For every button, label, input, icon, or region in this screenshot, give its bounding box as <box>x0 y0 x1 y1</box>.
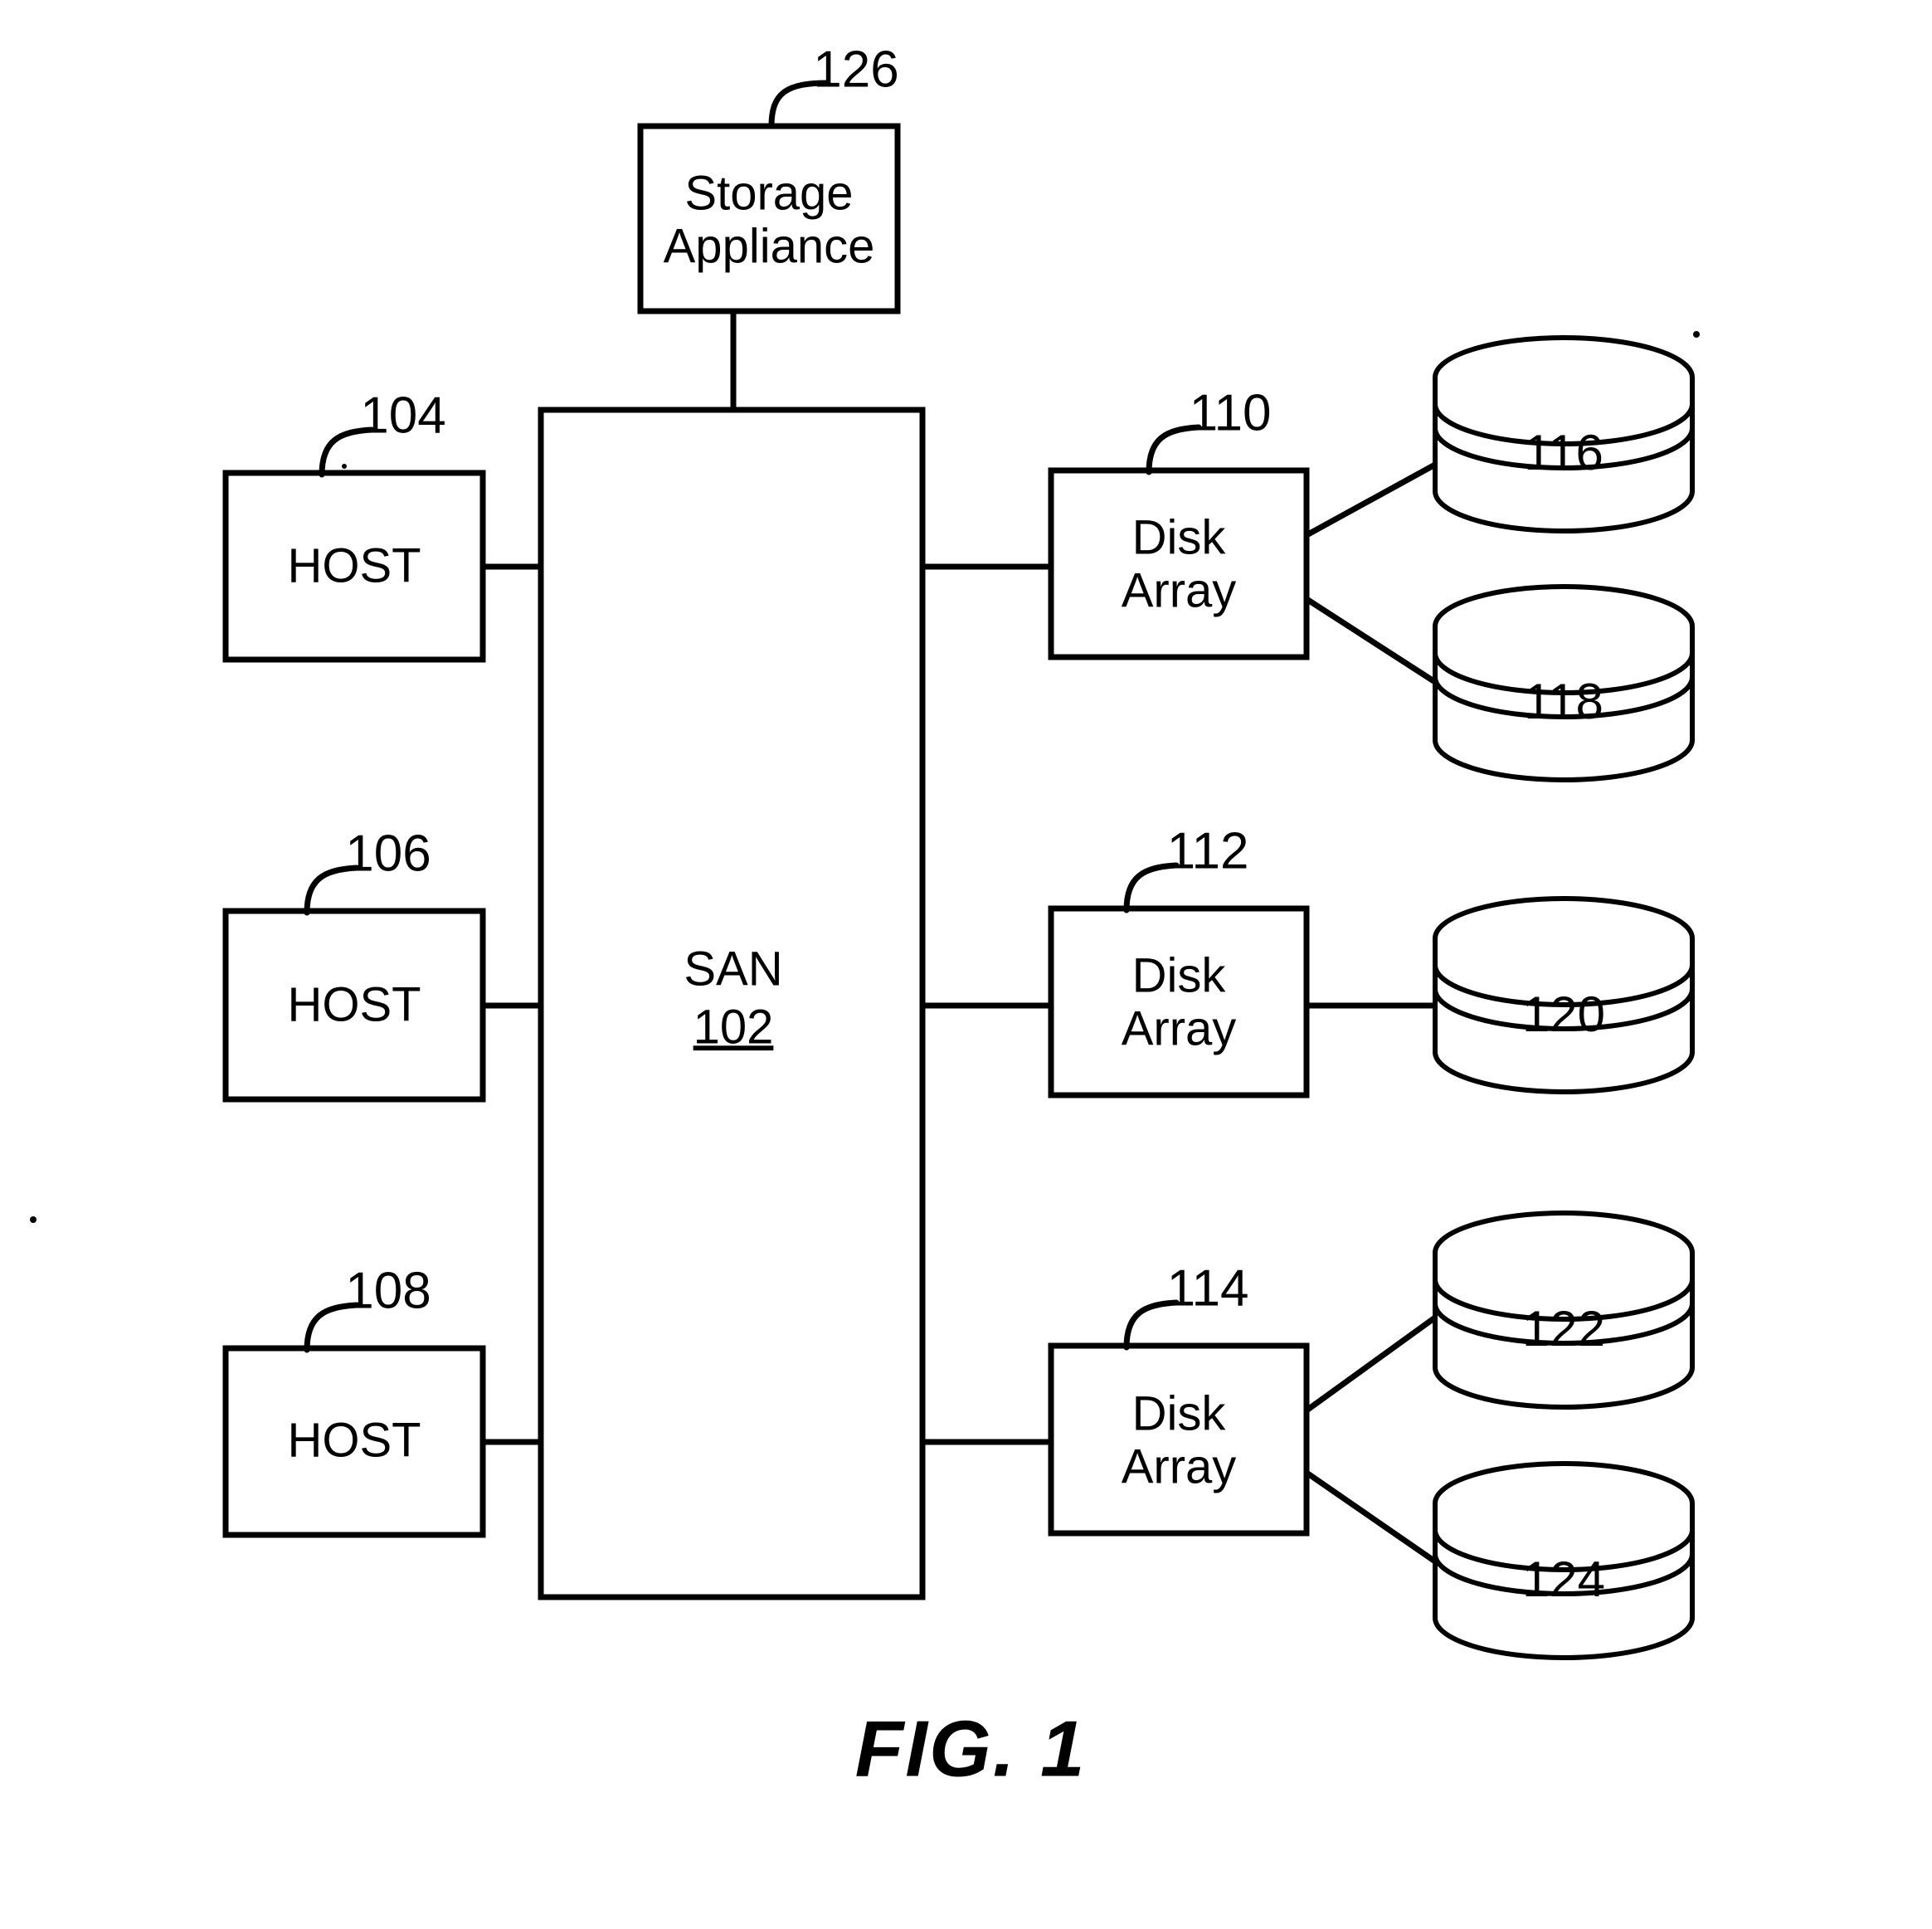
ref-number-126: 126 <box>813 41 898 98</box>
node-host-104[interactable]: HOST 104 <box>222 387 486 663</box>
disk-array-110-label-line2: Array <box>1122 563 1237 617</box>
storage-appliance-label-line1: Storage <box>684 166 853 220</box>
disk-array-112-label-line1: Disk <box>1132 948 1227 1002</box>
node-disk-120[interactable]: 120 <box>1433 896 1695 1094</box>
ref-number-108: 108 <box>345 1262 431 1319</box>
disk-124-label: 124 <box>1522 1551 1605 1607</box>
scan-speck-top-right <box>1693 331 1700 338</box>
connector-array110-to-disk116 <box>1305 461 1437 538</box>
disk-array-114-label-line1: Disk <box>1132 1386 1227 1440</box>
node-storage-appliance[interactable]: Storage Appliance 126 <box>637 41 901 314</box>
node-disk-array-112[interactable]: Disk Array 112 <box>1048 822 1310 1098</box>
node-host-106[interactable]: HOST 106 <box>222 825 486 1103</box>
disk-116-label: 116 <box>1524 425 1604 480</box>
scan-speck-left <box>30 1216 36 1223</box>
disk-118-label: 118 <box>1524 674 1604 729</box>
ref-number-110: 110 <box>1190 384 1272 441</box>
ref-number-114: 114 <box>1167 1259 1249 1317</box>
figure-caption: FIG. 1 <box>855 1704 1087 1793</box>
host-106-label: HOST <box>287 977 421 1031</box>
scan-speck <box>342 464 347 469</box>
node-disk-116[interactable]: 116 <box>1433 335 1695 533</box>
san-label: SAN <box>684 942 782 996</box>
node-disk-122[interactable]: 122 <box>1433 1210 1695 1410</box>
node-disk-118[interactable]: 118 <box>1433 584 1695 782</box>
connector-array114-to-disk122 <box>1304 1315 1438 1413</box>
storage-appliance-label-line2: Appliance <box>664 219 875 273</box>
node-host-108[interactable]: HOST 108 <box>222 1262 486 1538</box>
connector-array114-to-disk124 <box>1305 1470 1437 1564</box>
san-ref-number: 102 <box>693 1000 774 1054</box>
host-108-label: HOST <box>287 1413 421 1467</box>
disk-array-112-label-line2: Array <box>1122 1001 1237 1055</box>
host-104-label: HOST <box>287 538 421 592</box>
disk-array-114-label-line2: Array <box>1122 1439 1237 1493</box>
node-disk-array-110[interactable]: Disk Array 110 <box>1048 384 1310 660</box>
patent-figure: Storage Appliance 126 SAN 102 HOST 104 H… <box>0 0 1932 1929</box>
ref-number-112: 112 <box>1167 822 1249 879</box>
node-san[interactable]: SAN 102 <box>538 407 926 1600</box>
disk-122-label: 122 <box>1522 1301 1605 1357</box>
disk-120-label: 120 <box>1522 986 1605 1042</box>
node-disk-array-114[interactable]: Disk Array 114 <box>1048 1259 1310 1537</box>
ref-number-106: 106 <box>345 825 431 882</box>
ref-number-104: 104 <box>360 387 445 444</box>
node-disk-124[interactable]: 124 <box>1433 1461 1695 1660</box>
diagram-canvas: Storage Appliance 126 SAN 102 HOST 104 H… <box>30 41 1700 1793</box>
connector-array110-to-disk118 <box>1305 597 1437 684</box>
disk-array-110-label-line1: Disk <box>1132 510 1227 564</box>
